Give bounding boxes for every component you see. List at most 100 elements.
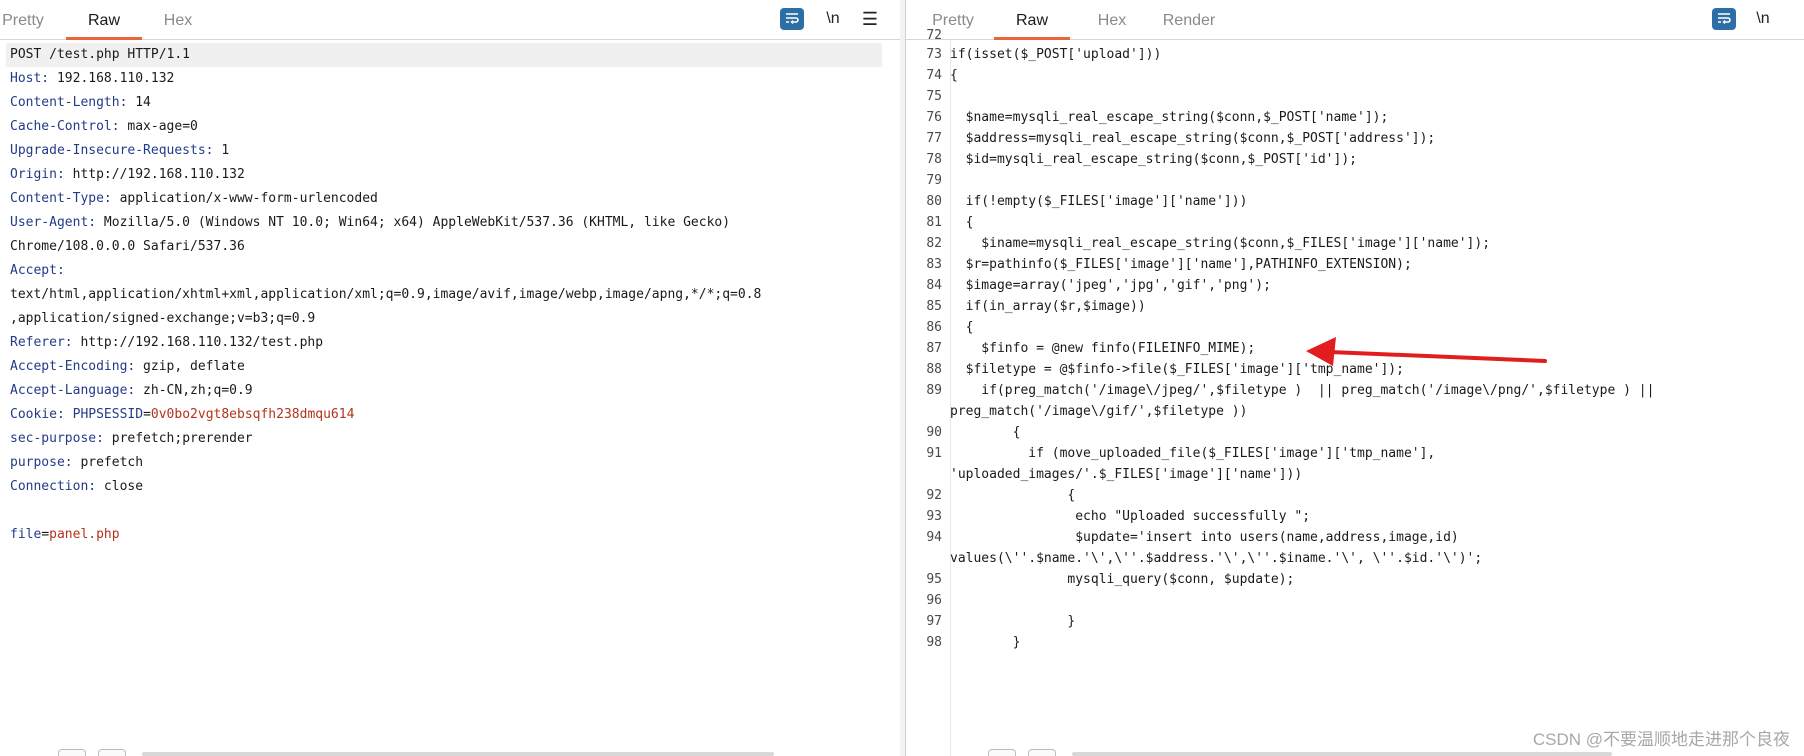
header-value: 14 bbox=[127, 95, 151, 110]
line-number: 79 bbox=[926, 173, 942, 188]
header-name: Referer: bbox=[10, 335, 73, 350]
tab-hex[interactable]: Hex bbox=[158, 0, 198, 39]
header-line: Host: 192.168.110.132 bbox=[10, 67, 174, 91]
right-horizontal-scrollbar[interactable] bbox=[1072, 752, 1612, 756]
code-line: $address=mysqli_real_escape_string($conn… bbox=[950, 131, 1436, 146]
left-nav-back-button[interactable] bbox=[58, 749, 86, 756]
header-line: User-Agent: Mozilla/5.0 (Windows NT 10.0… bbox=[10, 211, 730, 235]
request-editor-pane: Pretty Raw Hex \n ☰ POST /test.php HTTP/… bbox=[0, 0, 901, 756]
request-body: file=panel.php bbox=[10, 527, 120, 542]
code-line: { bbox=[950, 215, 974, 230]
line-number: 94 bbox=[926, 530, 942, 545]
csdn-watermark: CSDN @不要温顺地走进那个良夜 bbox=[1532, 730, 1790, 749]
header-value: ,application/signed-exchange;v=b3;q=0.9 bbox=[10, 311, 316, 326]
request-line: POST /test.php HTTP/1.1 bbox=[10, 47, 191, 62]
code-line: $image=array('jpeg','jpg','gif','png'); bbox=[950, 278, 1271, 293]
left-horizontal-scrollbar[interactable] bbox=[142, 752, 774, 756]
code-line: if (move_uploaded_file($_FILES['image'][… bbox=[950, 446, 1436, 461]
line-number: 77 bbox=[926, 131, 942, 146]
header-name: Cache-Control: bbox=[10, 119, 120, 134]
header-line: ,application/signed-exchange;v=b3;q=0.9 bbox=[10, 307, 315, 331]
line-number bbox=[906, 548, 942, 569]
header-line: Origin: http://192.168.110.132 bbox=[10, 163, 245, 187]
header-line: Accept-Language: zh-CN,zh;q=0.9 bbox=[10, 379, 253, 403]
wrap-lines-icon[interactable] bbox=[1712, 8, 1736, 30]
line-number: 87 bbox=[926, 341, 942, 356]
header-value: prefetch;prerender bbox=[103, 431, 253, 446]
header-value: text/html,application/xhtml+xml,applicat… bbox=[10, 287, 762, 302]
header-value: prefetch bbox=[72, 455, 144, 470]
header-name: Host: bbox=[10, 71, 50, 86]
header-line: Accept-Encoding: gzip, deflate bbox=[10, 355, 245, 379]
line-number: 90 bbox=[926, 425, 942, 440]
header-line: text/html,application/xhtml+xml,applicat… bbox=[10, 283, 761, 307]
code-line: $update='insert into users(name,address,… bbox=[950, 530, 1459, 545]
raw-request-text[interactable]: POST /test.php HTTP/1.1 Host: 192.168.11… bbox=[0, 40, 900, 756]
header-name: Cookie: bbox=[10, 407, 65, 422]
header-name: sec-purpose: bbox=[10, 431, 104, 446]
header-line: purpose: prefetch bbox=[10, 451, 143, 475]
menu-icon[interactable]: ☰ bbox=[860, 8, 880, 30]
cookie-equals: = bbox=[143, 407, 151, 422]
header-line: Cache-Control: max-age=0 bbox=[10, 115, 198, 139]
response-source[interactable]: 72 73 if(isset($_POST['upload'])) 74{75 76 … bbox=[906, 28, 1804, 756]
tab-pretty[interactable]: Pretty bbox=[0, 0, 46, 39]
code-line: $filetype = @$finfo->file($_FILES['image… bbox=[950, 362, 1404, 377]
right-nav-forward-button[interactable] bbox=[1028, 749, 1056, 756]
wrap-lines-icon[interactable] bbox=[780, 8, 804, 30]
header-value: 1 bbox=[213, 143, 230, 158]
tab-raw[interactable]: Raw bbox=[994, 0, 1070, 40]
header-name: Connection: bbox=[10, 479, 97, 494]
header-value: application/x-www-form-urlencoded bbox=[111, 191, 378, 206]
line-number: 91 bbox=[926, 446, 942, 461]
cookie-name: PHPSESSID bbox=[64, 407, 144, 422]
header-line: Cookie: PHPSESSID=0v0bo2vgt8ebsqfh238dmq… bbox=[10, 403, 354, 427]
line-number: 80 bbox=[926, 194, 942, 209]
line-number: 96 bbox=[926, 593, 942, 608]
code-line: if(isset($_POST['upload'])) bbox=[950, 47, 1162, 62]
header-name: Content-Type: bbox=[10, 191, 112, 206]
line-number bbox=[906, 401, 942, 422]
header-value: zh-CN,zh;q=0.9 bbox=[135, 383, 253, 398]
line-number: 85 bbox=[926, 299, 942, 314]
line-number: 95 bbox=[926, 572, 942, 587]
code-line: { bbox=[950, 68, 958, 83]
newline-toggle[interactable]: \n bbox=[822, 8, 844, 30]
code-line: $iname=mysqli_real_escape_string($conn,$… bbox=[950, 236, 1491, 251]
request-tabbar: Pretty Raw Hex \n ☰ bbox=[0, 0, 900, 40]
cookie-value: 0v0bo2vgt8ebsqfh238dmqu614 bbox=[150, 407, 355, 422]
code-line: } bbox=[950, 635, 1021, 650]
header-value: http://192.168.110.132/test.php bbox=[72, 335, 324, 350]
code-line: if(in_array($r,$image)) bbox=[950, 299, 1146, 314]
header-value: gzip, deflate bbox=[135, 359, 245, 374]
header-line: Content-Type: application/x-www-form-url… bbox=[10, 187, 378, 211]
line-number: 72 bbox=[926, 28, 942, 43]
code-line: $r=pathinfo($_FILES['image']['name'],PAT… bbox=[950, 257, 1412, 272]
response-viewer-pane: Pretty Raw Hex Render \n 72 73 if(isset($… bbox=[905, 0, 1804, 756]
header-name: Accept-Encoding: bbox=[10, 359, 136, 374]
line-number: 92 bbox=[926, 488, 942, 503]
right-nav-back-button[interactable] bbox=[988, 749, 1016, 756]
code-line: if(preg_match('/image\/jpeg/',$filetype … bbox=[950, 383, 1655, 398]
code-line: echo "Uploaded successfully "; bbox=[950, 509, 1311, 524]
header-line: Content-Length: 14 bbox=[10, 91, 151, 115]
body-param-name: file bbox=[10, 527, 42, 542]
code-line: values(\''.$name.'\',\''.$address.'\',\'… bbox=[950, 551, 1483, 566]
line-number: 97 bbox=[926, 614, 942, 629]
tab-hex[interactable]: Hex bbox=[1092, 0, 1132, 39]
header-value: 192.168.110.132 bbox=[49, 71, 175, 86]
header-name: Accept: bbox=[10, 263, 65, 278]
header-line: Referer: http://192.168.110.132/test.php bbox=[10, 331, 323, 355]
body-param-value: panel.php bbox=[49, 527, 120, 542]
newline-toggle[interactable]: \n bbox=[1752, 8, 1774, 30]
left-nav-forward-button[interactable] bbox=[98, 749, 126, 756]
line-number: 86 bbox=[926, 320, 942, 335]
code-line: $id=mysqli_real_escape_string($conn,$_PO… bbox=[950, 152, 1357, 167]
header-value: Chrome/108.0.0.0 Safari/537.36 bbox=[10, 239, 245, 254]
header-line: sec-purpose: prefetch;prerender bbox=[10, 427, 253, 451]
tab-render[interactable]: Render bbox=[1160, 0, 1218, 39]
code-line: $finfo = @new finfo(FILEINFO_MIME); bbox=[950, 341, 1256, 356]
tab-raw[interactable]: Raw bbox=[66, 0, 142, 40]
